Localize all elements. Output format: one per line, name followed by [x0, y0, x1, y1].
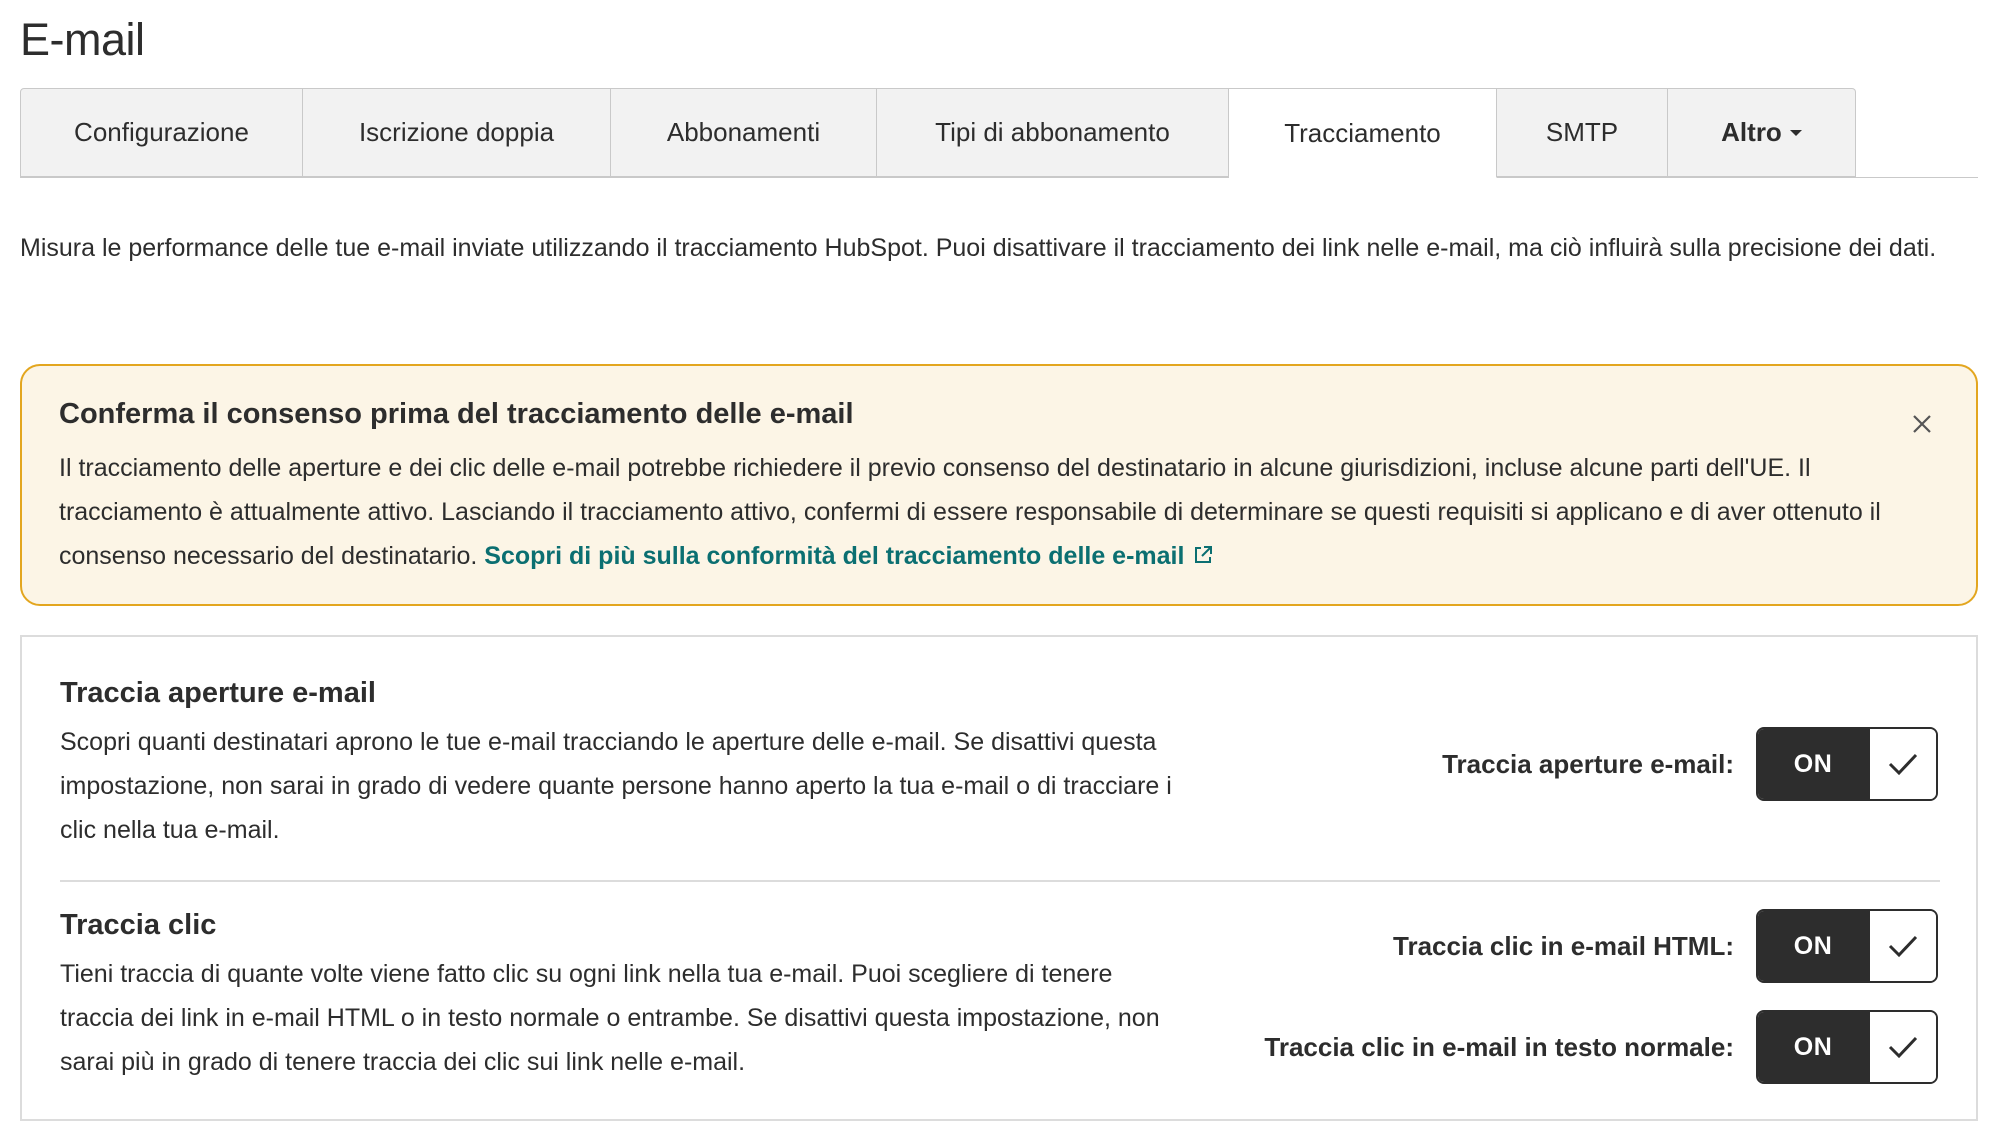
tab-label: Tipi di abbonamento: [935, 117, 1170, 147]
check-icon: [1868, 911, 1936, 981]
clicks-section-title: Traccia clic: [60, 909, 217, 941]
opens-section-title: Traccia aperture e-mail: [60, 677, 376, 709]
tab-configurazione[interactable]: Configurazione: [20, 88, 303, 177]
plain-clicks-toggle-row: Traccia clic in e-mail in testo normale:…: [1264, 1010, 1938, 1084]
settings-tabs: Configurazione Iscrizione doppia Abbonam…: [20, 88, 1856, 178]
tab-abbonamenti[interactable]: Abbonamenti: [611, 88, 877, 177]
tab-tracciamento[interactable]: Tracciamento: [1229, 88, 1497, 178]
tab-tipi-di-abbonamento[interactable]: Tipi di abbonamento: [877, 88, 1229, 177]
opens-toggle-row: Traccia aperture e-mail: ON: [1442, 727, 1938, 801]
section-divider: [60, 880, 1940, 882]
tab-altro-dropdown[interactable]: Altro: [1668, 88, 1856, 177]
tab-label: Iscrizione doppia: [358, 117, 555, 147]
toggle-state: ON: [1758, 911, 1868, 981]
toggle-state: ON: [1758, 729, 1868, 799]
compliance-link-text: Scopri di più sulla conformità del tracc…: [484, 542, 1185, 570]
opens-section-description: Scopri quanti destinatari aprono le tue …: [60, 728, 1172, 844]
external-link-icon: [1195, 546, 1213, 563]
check-icon: [1868, 729, 1936, 799]
intro-text: Misura le performance delle tue e-mail i…: [20, 234, 1937, 262]
tab-iscrizione-doppia[interactable]: Iscrizione doppia: [303, 88, 611, 177]
caret-down-icon: [1789, 129, 1802, 136]
tab-label: Altro: [1721, 117, 1782, 147]
plain-clicks-tracking-toggle[interactable]: ON: [1756, 1010, 1938, 1084]
opens-toggle-label: Traccia aperture e-mail:: [1442, 748, 1734, 779]
html-clicks-tracking-toggle[interactable]: ON: [1756, 909, 1938, 983]
tab-label: SMTP: [1545, 117, 1619, 147]
tracking-settings-panel: Traccia aperture e-mail Scopri quanti de…: [20, 635, 1978, 1121]
compliance-link[interactable]: Scopri di più sulla conformità del tracc…: [484, 542, 1214, 570]
html-clicks-toggle-row: Traccia clic in e-mail HTML: ON: [1393, 909, 1938, 983]
alert-body: Il tracciamento delle aperture e dei cli…: [59, 446, 1889, 578]
opens-tracking-toggle[interactable]: ON: [1756, 727, 1938, 801]
alert-title: Conferma il consenso prima del tracciame…: [59, 398, 854, 430]
clicks-section-description: Tieni traccia di quante volte viene fatt…: [60, 960, 1160, 1076]
page-title: E-mail: [20, 14, 145, 65]
tab-label: Abbonamenti: [666, 117, 821, 147]
consent-alert: Conferma il consenso prima del tracciame…: [20, 364, 1978, 606]
toggle-state: ON: [1758, 1012, 1868, 1082]
tab-label: Configurazione: [74, 117, 249, 147]
check-icon: [1868, 1012, 1936, 1082]
tab-label: Tracciamento: [1284, 117, 1441, 148]
close-icon[interactable]: [1908, 410, 1936, 438]
tab-smtp[interactable]: SMTP: [1497, 88, 1668, 177]
html-clicks-toggle-label: Traccia clic in e-mail HTML:: [1393, 930, 1734, 961]
plain-clicks-toggle-label: Traccia clic in e-mail in testo normale:: [1264, 1031, 1734, 1062]
